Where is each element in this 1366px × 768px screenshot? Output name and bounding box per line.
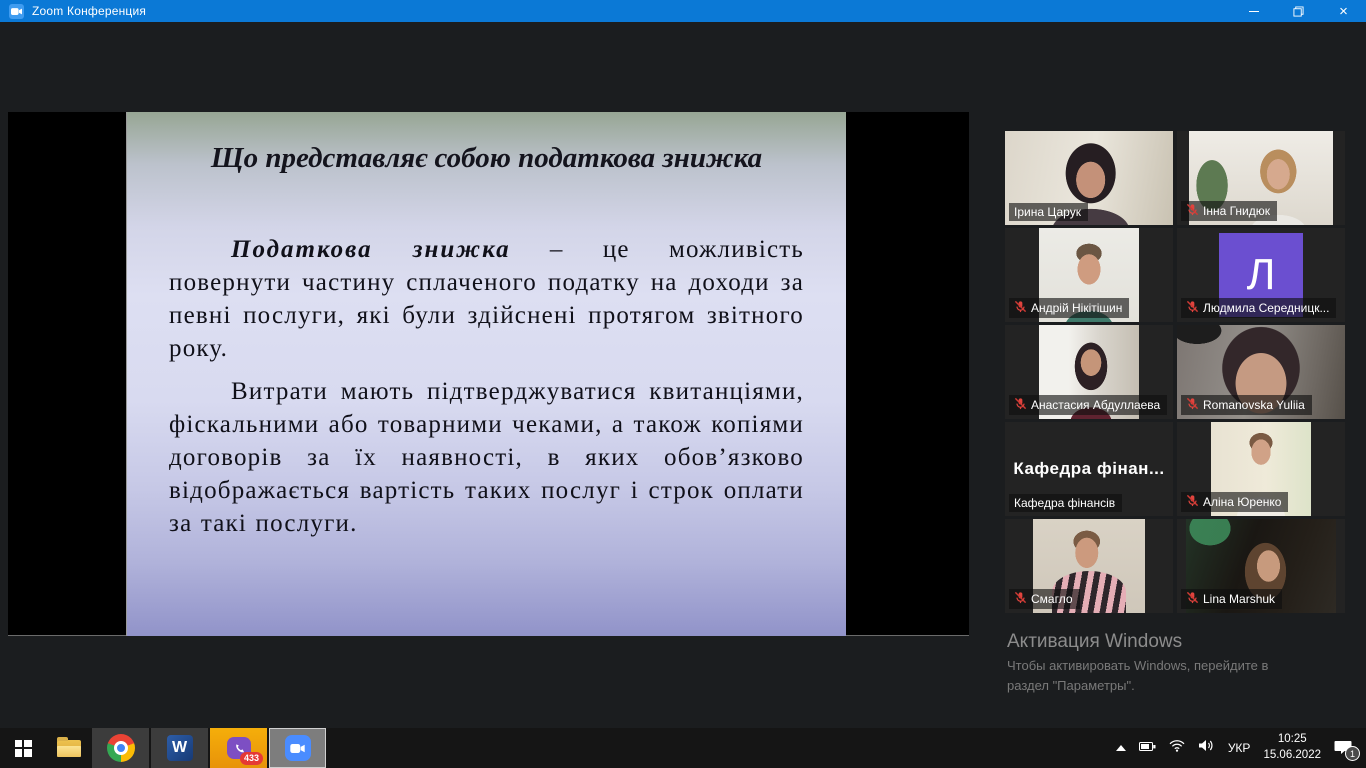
participant-tile-smahlo[interactable]: Смагло [1005, 519, 1173, 613]
word-icon: W [167, 735, 193, 761]
speaker-icon[interactable] [1198, 739, 1215, 757]
start-button[interactable] [0, 728, 46, 768]
participant-tile-inna-hnydiuk[interactable]: Інна Гнидюк [1177, 131, 1345, 225]
taskbar-clock[interactable]: 10:25 15.06.2022 [1263, 732, 1321, 763]
participant-name-label: Смагло [1009, 589, 1080, 609]
participant-name: Інна Гнидюк [1203, 204, 1270, 218]
taskbar: W 433 УКР 10:25 [0, 728, 1366, 768]
participant-name-label: Кафедра фінансів [1009, 494, 1122, 512]
notification-count-badge: 1 [1345, 746, 1360, 761]
participant-tile-anastasiia-abdullaeva[interactable]: Анастасия Абдуллаева [1005, 325, 1173, 419]
mic-muted-icon [1186, 203, 1199, 219]
slide-title: Що представляє собою податкова знижка [153, 142, 820, 175]
participant-tile-kafedra-finansiv[interactable]: Кафедра фінан... Кафедра фінансів [1005, 422, 1173, 516]
action-center-button[interactable]: 1 [1334, 739, 1354, 757]
windows-activation-watermark: Активация Windows Чтобы активировать Win… [1007, 631, 1357, 695]
mic-muted-icon [1186, 300, 1199, 316]
participant-tile-lina-marshuk[interactable]: Lina Marshuk [1177, 519, 1345, 613]
participant-tile-iryna-tsaruk[interactable]: Ірина Царук [1005, 131, 1173, 225]
screen-share-area: Що представляє собою податкова знижка По… [8, 112, 969, 636]
participant-name: Андрій Нікітішин [1031, 301, 1122, 315]
slide-term: Податкова знижка [231, 236, 511, 263]
language-indicator[interactable]: УКР [1228, 741, 1251, 755]
participant-name: Анастасия Абдуллаева [1031, 398, 1160, 412]
participant-name: Ірина Царук [1014, 205, 1081, 219]
participant-tile-liudmyla-serednytska[interactable]: Л Людмила Середницк... [1177, 228, 1345, 322]
participant-name-label: Lina Marshuk [1181, 589, 1282, 609]
file-explorer-button[interactable] [46, 728, 92, 768]
window-controls: × [1231, 0, 1366, 22]
participant-name-label: Romanovska Yuliia [1181, 395, 1312, 415]
system-tray: УКР 10:25 15.06.2022 1 [1116, 732, 1366, 763]
chrome-button[interactable] [92, 728, 149, 768]
word-button[interactable]: W [151, 728, 208, 768]
start-icon [15, 740, 32, 757]
participant-tile-andrii-nikitishyn[interactable]: Андрій Нікітішин [1005, 228, 1173, 322]
close-button[interactable]: × [1321, 0, 1366, 22]
zoom-icon [285, 735, 311, 761]
participant-name-label: Інна Гнидюк [1181, 201, 1277, 221]
viber-notification-badge: 433 [240, 752, 263, 765]
hidden-icons-chevron-icon[interactable] [1116, 745, 1126, 751]
battery-icon[interactable] [1139, 739, 1156, 757]
restore-button[interactable] [1276, 0, 1321, 22]
mic-muted-icon [1014, 591, 1027, 607]
participants-gallery: Ірина Царук Інна Гнидюк Андрій Нікітішин… [1005, 131, 1346, 613]
zoom-taskbar-button[interactable] [269, 728, 326, 768]
watermark-title: Активация Windows [1007, 631, 1357, 653]
minimize-button[interactable] [1231, 0, 1276, 22]
slide-paragraph-2: Витрати мають підтверджуватися квитанція… [169, 375, 804, 540]
participant-name: Кафедра фінансів [1014, 496, 1115, 510]
chrome-icon [107, 734, 135, 762]
participant-name: Людмила Середницк... [1203, 301, 1329, 315]
clock-time: 10:25 [1263, 732, 1321, 748]
participant-name: Аліна Юренко [1203, 495, 1281, 509]
window-title: Zoom Конференция [32, 4, 146, 18]
watermark-line-2: раздел "Параметры". [1007, 676, 1357, 696]
wifi-icon[interactable] [1169, 739, 1185, 757]
avatar-letter: Л [1247, 250, 1276, 300]
participant-name: Romanovska Yuliia [1203, 398, 1305, 412]
participant-tile-alina-yurenko[interactable]: Аліна Юренко [1177, 422, 1345, 516]
participant-name-label: Аліна Юренко [1181, 492, 1288, 512]
participant-name-label: Анастасия Абдуллаева [1009, 395, 1167, 415]
clock-date: 15.06.2022 [1263, 748, 1321, 764]
presentation-slide: Що представляє собою податкова знижка По… [126, 112, 846, 636]
participant-name: Смагло [1031, 592, 1073, 606]
mic-muted-icon [1014, 300, 1027, 316]
viber-button[interactable]: 433 [210, 728, 267, 768]
participant-name-label: Ірина Царук [1009, 203, 1088, 221]
participant-tile-romanovska-yuliia[interactable]: Romanovska Yuliia [1177, 325, 1345, 419]
participant-name: Lina Marshuk [1203, 592, 1275, 606]
mic-muted-icon [1186, 397, 1199, 413]
mic-muted-icon [1014, 397, 1027, 413]
participant-name-label: Андрій Нікітішин [1009, 298, 1129, 318]
watermark-line-1: Чтобы активировать Windows, перейдите в [1007, 656, 1357, 676]
window-titlebar: Zoom Конференция × [0, 0, 1366, 22]
participant-name-label: Людмила Середницк... [1181, 298, 1336, 318]
slide-paragraph-1: Податкова знижка – це можливість поверну… [169, 233, 804, 365]
mic-muted-icon [1186, 591, 1199, 607]
zoom-app-icon [9, 4, 24, 19]
zoom-window: Zoom Конференция × Що представляє собою … [0, 0, 1366, 768]
mic-muted-icon [1186, 494, 1199, 510]
file-explorer-icon [57, 740, 81, 757]
